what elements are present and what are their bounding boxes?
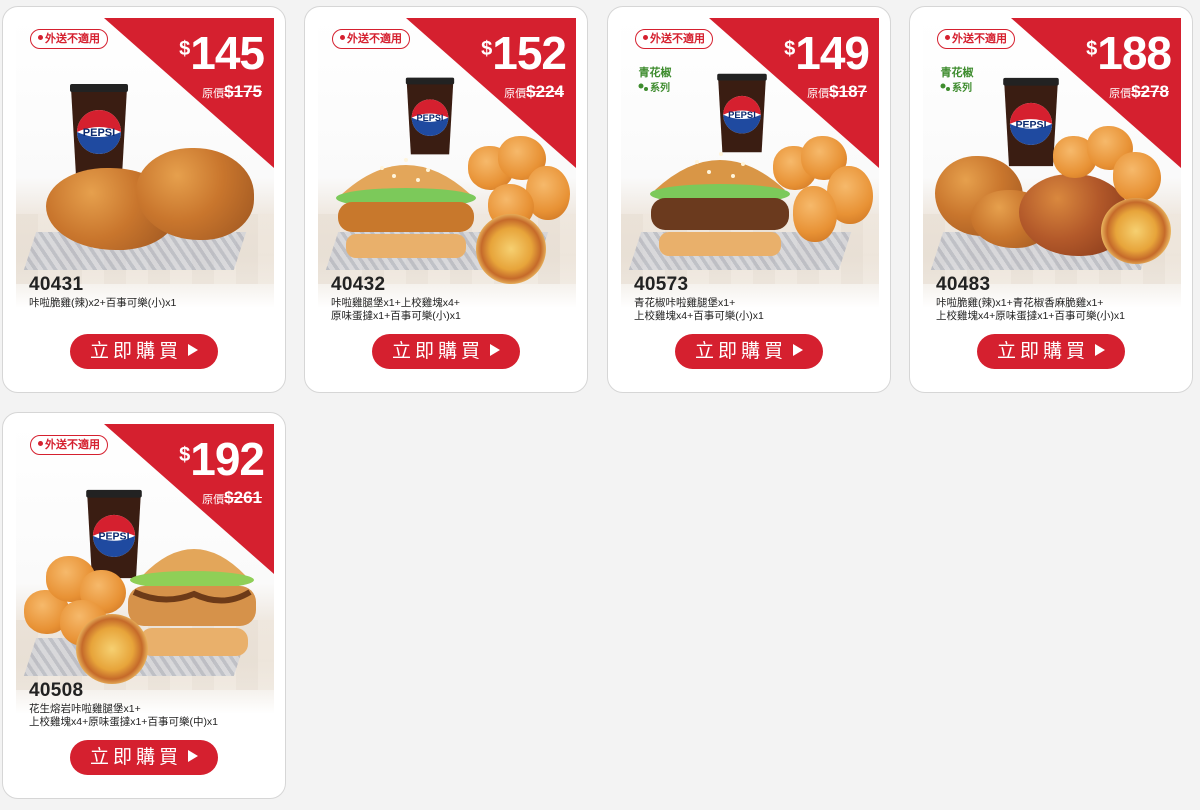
svg-text:PEPSI: PEPSI: [728, 109, 756, 120]
chicken-nugget: [1113, 152, 1161, 202]
play-arrow-icon: [490, 344, 500, 356]
play-arrow-icon: [793, 344, 803, 356]
price: $145: [179, 27, 265, 79]
svg-text:青花椒: 青花椒: [639, 65, 673, 79]
combo-code: 40432: [331, 274, 386, 295]
svg-text:PEPSI: PEPSI: [417, 113, 444, 123]
svg-text:PEPSI: PEPSI: [83, 127, 115, 139]
original-price: 原價$224: [504, 82, 564, 101]
original-price: 原價$261: [202, 488, 262, 507]
buy-now-button[interactable]: 立即購買: [977, 334, 1125, 369]
combo-description: 花生熔岩咔啦雞腿堡x1+ 上校雞塊x4+原味蛋撻x1+百事可樂(中)x1: [29, 703, 219, 728]
price: $149: [784, 27, 870, 79]
no-delivery-tag: 外送不適用: [30, 29, 108, 49]
price: $188: [1086, 27, 1172, 79]
buy-now-button[interactable]: 立即購買: [70, 740, 218, 775]
chicken-nugget: [793, 186, 837, 242]
combo-card[interactable]: PEPSI 外送不適用 青花椒 系列 $188 原價$278 40483 咔啦脆…: [909, 6, 1193, 393]
combo-image[interactable]: PEPSI 外送不適用 $152 原價$224: [318, 18, 576, 308]
egg-tart: [76, 614, 148, 684]
no-delivery-tag: 外送不適用: [937, 29, 1015, 49]
buy-now-button[interactable]: 立即購買: [675, 334, 823, 369]
combo-card[interactable]: PEPSI 外送不適用 $152 原價$224 40432 咔啦雞腿堡x1+上校…: [304, 6, 588, 393]
burger-image: [336, 158, 476, 258]
svg-text:系列: 系列: [650, 81, 670, 94]
combo-code: 40573: [634, 274, 689, 295]
play-arrow-icon: [188, 750, 198, 762]
combo-image[interactable]: PEPSI 外送不適用 $145 原價$175: [16, 18, 274, 308]
burger-image: [650, 152, 790, 256]
combo-image[interactable]: PEPSI 外送不適用 青花椒 系列 $149 原價$187: [621, 18, 879, 308]
combo-image[interactable]: PEPSI 外送不適用 $192 原價$261: [16, 424, 274, 714]
buy-now-button[interactable]: 立即購買: [372, 334, 520, 369]
combo-code: 40483: [936, 274, 991, 295]
original-price: 原價$187: [807, 82, 867, 101]
pepsi-cup-icon: PEPSI: [70, 84, 128, 176]
combo-description: 咔啦脆雞(辣)x1+青花椒香麻脆雞x1+ 上校雞塊x4+原味蛋撻x1+百事可樂(小…: [936, 297, 1126, 322]
combo-card[interactable]: PEPSI 外送不適用 $145 原價$175 40431 咔啦脆雞(辣)x2+…: [2, 6, 286, 393]
no-delivery-tag: 外送不適用: [635, 29, 713, 49]
original-price: 原價$175: [202, 82, 262, 101]
no-delivery-tag: 外送不適用: [332, 29, 410, 49]
green-pepper-series-badge: 青花椒 系列: [638, 65, 673, 94]
green-pepper-series-badge: 青花椒 系列: [940, 65, 975, 94]
price: $152: [481, 27, 567, 79]
price: $192: [179, 433, 265, 485]
combo-description: 青花椒咔啦雞腿堡x1+ 上校雞塊x4+百事可樂(小)x1: [634, 297, 764, 322]
buy-now-button[interactable]: 立即購買: [70, 334, 218, 369]
no-delivery-tag: 外送不適用: [30, 435, 108, 455]
svg-text:PEPSI: PEPSI: [1015, 119, 1046, 131]
original-price: 原價$278: [1109, 82, 1169, 101]
combo-code: 40508: [29, 680, 84, 701]
combo-card[interactable]: PEPSI 外送不適用 $192 原價$261 40508 花生熔岩咔啦雞腿堡x…: [2, 412, 286, 799]
egg-tart: [1101, 198, 1171, 264]
combo-card[interactable]: PEPSI 外送不適用 青花椒 系列 $149 原價$187 40573 青花椒…: [607, 6, 891, 393]
combo-description: 咔啦脆雞(辣)x2+百事可樂(小)x1: [29, 297, 177, 309]
play-arrow-icon: [1095, 344, 1105, 356]
egg-tart: [476, 214, 546, 284]
combo-description: 咔啦雞腿堡x1+上校雞塊x4+ 原味蛋撻x1+百事可樂(小)x1: [331, 297, 461, 322]
svg-text:青花椒: 青花椒: [941, 65, 975, 79]
pepsi-cup-icon: PEPSI: [405, 77, 455, 155]
combo-image[interactable]: PEPSI 外送不適用 青花椒 系列 $188 原價$278: [923, 18, 1181, 308]
play-arrow-icon: [188, 344, 198, 356]
svg-text:系列: 系列: [952, 81, 972, 94]
combo-code: 40431: [29, 274, 84, 295]
